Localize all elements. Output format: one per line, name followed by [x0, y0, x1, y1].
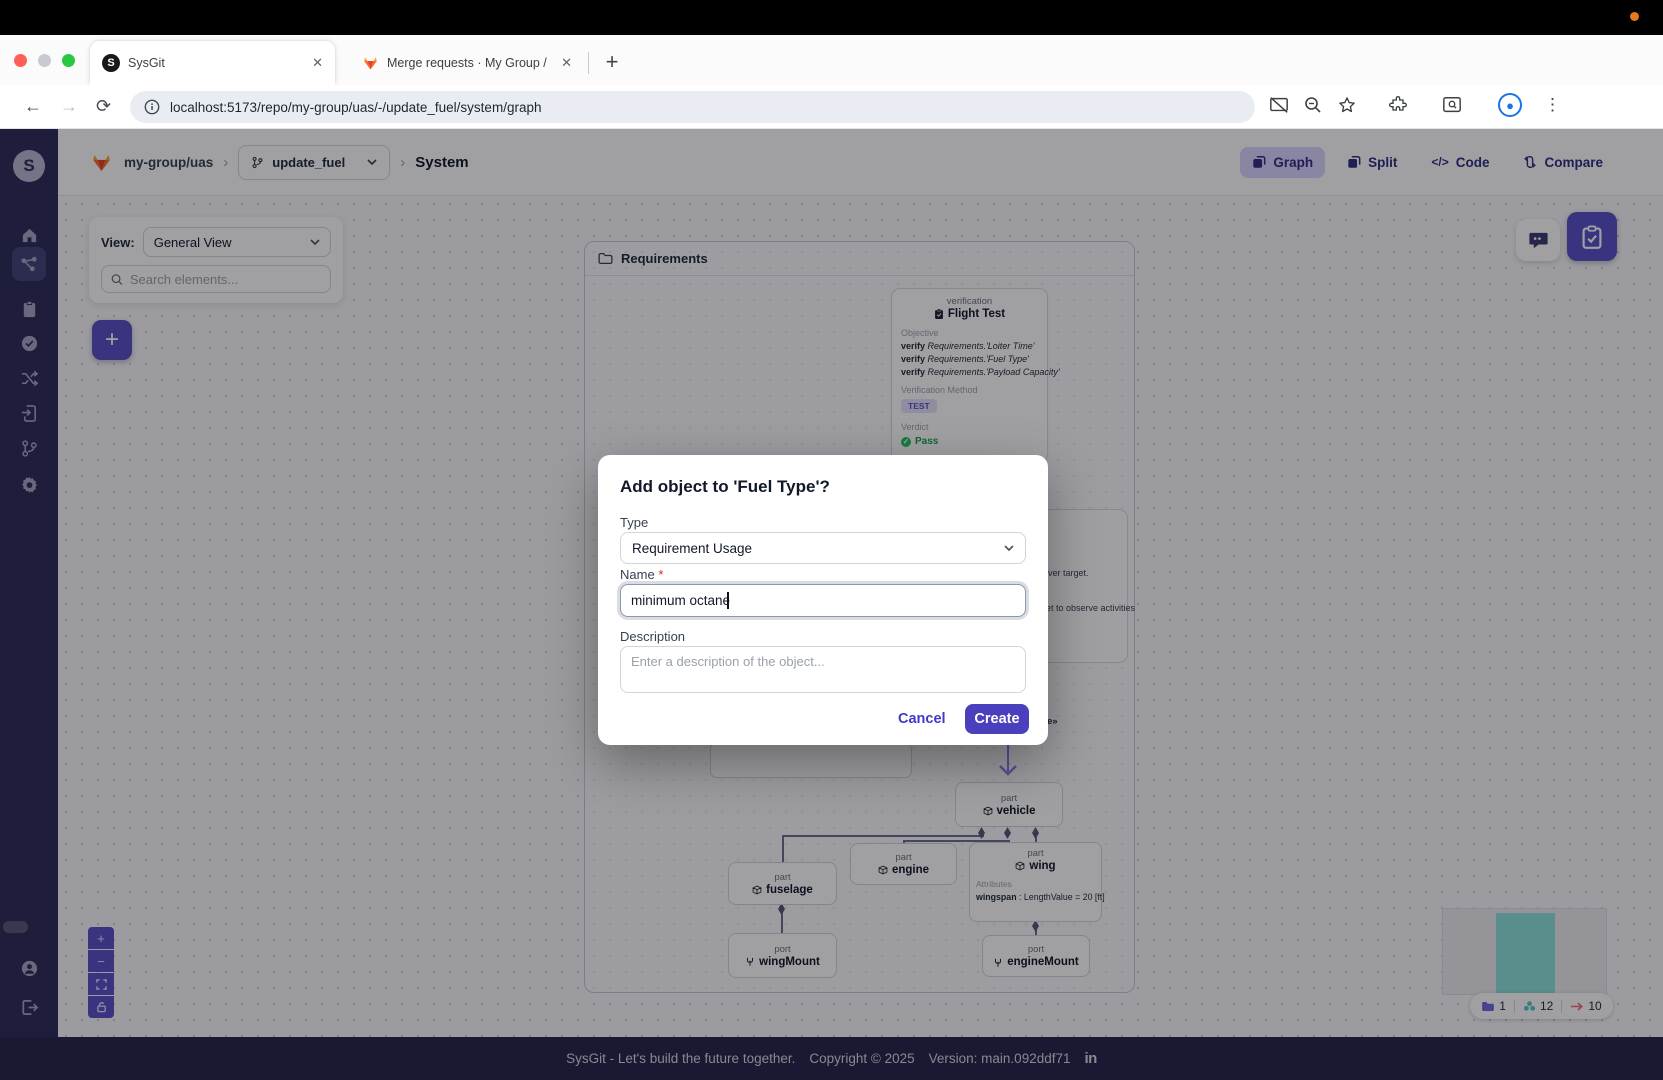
new-tab-button[interactable]: +	[598, 48, 626, 76]
tab-search-icon[interactable]	[1441, 95, 1463, 115]
back-button[interactable]: ←	[24, 96, 42, 117]
chevron-down-icon	[1004, 545, 1014, 551]
tab-divider	[588, 52, 589, 74]
url-text: localhost:5173/repo/my-group/uas/-/updat…	[170, 100, 541, 115]
forward-button[interactable]: →	[60, 96, 78, 117]
add-object-dialog: Add object to 'Fuel Type'? Type Requirem…	[598, 455, 1048, 745]
extensions-icon[interactable]	[1388, 95, 1408, 115]
sysgit-favicon: S	[102, 54, 120, 72]
dialog-title: Add object to 'Fuel Type'?	[620, 477, 830, 497]
address-bar[interactable]: localhost:5173/repo/my-group/uas/-/updat…	[130, 91, 1255, 123]
site-info-icon[interactable]	[144, 99, 160, 115]
type-label: Type	[620, 515, 648, 530]
tab-close-icon[interactable]: ✕	[561, 55, 572, 71]
cast-off-icon[interactable]	[1268, 95, 1290, 115]
system-bar	[0, 0, 1663, 35]
required-asterisk: *	[658, 567, 663, 582]
tab-close-icon[interactable]: ✕	[312, 55, 323, 71]
bookmark-star-icon[interactable]	[1337, 95, 1357, 115]
type-select[interactable]: Requirement Usage	[620, 532, 1026, 564]
browser-tab-sysgit[interactable]: S SysGit ✕	[90, 41, 335, 85]
gitlab-favicon	[362, 55, 379, 71]
tab-title: Merge requests · My Group /	[387, 56, 553, 70]
cancel-button[interactable]: Cancel	[898, 711, 946, 727]
browser-menu-icon[interactable]: ⋮	[1544, 95, 1561, 115]
name-field-wrapper	[620, 584, 1026, 617]
create-button[interactable]: Create	[965, 704, 1029, 734]
type-select-value: Requirement Usage	[632, 541, 752, 556]
window-close-button[interactable]	[14, 54, 27, 67]
description-textarea[interactable]	[620, 646, 1026, 693]
browser-tab-merge-requests[interactable]: Merge requests · My Group / ✕	[352, 44, 582, 82]
name-label: Name *	[620, 567, 663, 582]
tab-title: SysGit	[128, 56, 304, 70]
name-input[interactable]	[620, 584, 1026, 617]
recording-indicator-dot	[1630, 12, 1639, 21]
description-label: Description	[620, 629, 685, 644]
refresh-button[interactable]: ⟳	[96, 96, 111, 117]
window-zoom-button[interactable]	[62, 54, 75, 67]
browser-profile-avatar[interactable]: ●	[1498, 93, 1522, 117]
text-cursor	[727, 592, 729, 609]
zoom-icon[interactable]	[1303, 95, 1323, 115]
window-minimize-button[interactable]	[38, 54, 51, 67]
